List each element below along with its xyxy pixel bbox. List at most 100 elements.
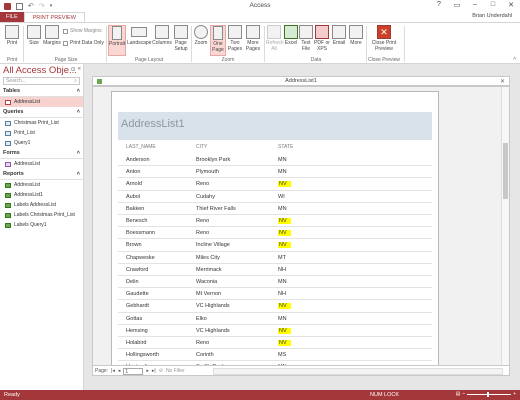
collapse-icon[interactable]: ˄ — [77, 171, 80, 177]
vertical-scrollbar[interactable] — [501, 87, 509, 365]
show-margins-check[interactable] — [63, 28, 68, 34]
portrait-button[interactable]: Portrait — [108, 25, 126, 56]
more-pages-button[interactable]: More Pages — [244, 25, 262, 52]
nav-header-buttons: ⊙ « — [71, 66, 81, 73]
zoom-in-icon[interactable]: + — [513, 391, 516, 397]
shutter-bar-icon[interactable]: « — [78, 66, 81, 73]
zoom-slider-knob[interactable] — [487, 391, 490, 397]
print-data-only-checkbox[interactable]: Print Data Only — [63, 40, 104, 46]
size-button[interactable]: Size — [26, 25, 42, 46]
undo-icon[interactable]: ↶ — [28, 2, 34, 10]
state-cell: MN — [278, 205, 287, 212]
tab-print-preview[interactable]: PRINT PREVIEW — [23, 12, 85, 22]
maximize-icon[interactable]: □ — [488, 1, 498, 9]
city-cell: Mt Vernon — [196, 291, 222, 298]
collapse-icon[interactable]: ˄ — [77, 109, 80, 115]
state-cell: MN — [278, 315, 287, 322]
horizontal-scrollbar[interactable] — [213, 368, 503, 375]
group-page-size-label: Page Size — [54, 57, 78, 63]
collapse-ribbon-icon[interactable]: ˄ — [513, 56, 516, 62]
next-page-icon[interactable]: ▸ — [146, 368, 149, 374]
nav-section-forms[interactable]: Forms ˄ — [0, 148, 83, 159]
print-data-only-check[interactable] — [63, 40, 68, 46]
document-tab[interactable]: AddressList1 ✕ — [92, 76, 510, 86]
nav-item-table-addresslist[interactable]: AddressList — [0, 97, 83, 107]
redo-icon[interactable]: ↷ — [39, 2, 45, 10]
zoom-button[interactable]: Zoom — [193, 25, 209, 46]
help-icon[interactable]: ? — [434, 1, 444, 9]
query-icon — [5, 130, 11, 136]
margins-button[interactable]: Margins — [42, 25, 62, 46]
tab-file[interactable]: FILE — [0, 12, 24, 22]
nav-item-report[interactable]: Labels Christmas Print_List — [0, 210, 83, 220]
save-icon[interactable] — [16, 2, 23, 10]
restore-ribbon-icon[interactable]: ▭ — [452, 1, 462, 9]
nav-item-query[interactable]: Print_List — [0, 128, 83, 138]
nav-item-query[interactable]: Christmas Print_List — [0, 118, 83, 128]
pdf-xps-button[interactable]: PDF or XPS — [314, 25, 330, 52]
more-export-button[interactable]: More — [348, 25, 364, 46]
city-cell: Corinth — [196, 352, 214, 359]
nav-item-report[interactable]: Labels Query1 — [0, 220, 83, 230]
nav-item-report[interactable]: AddressList1 — [0, 190, 83, 200]
one-page-button[interactable]: One Page — [210, 25, 226, 56]
zoom-slider[interactable] — [467, 391, 512, 397]
print-button[interactable]: Print — [4, 25, 20, 46]
nav-dropdown-icon[interactable]: ⊙ — [71, 66, 76, 73]
state-cell: NV — [278, 181, 291, 188]
nav-item-query[interactable]: Query1 — [0, 138, 83, 148]
report-row: Holabird Reno NV — [118, 337, 432, 350]
first-page-icon[interactable]: |◂ — [111, 368, 115, 374]
group-page-layout-label: Page Layout — [134, 57, 164, 63]
landscape-button[interactable]: Landscape — [127, 25, 151, 46]
filter-status[interactable]: No Filter — [166, 368, 185, 374]
page-setup-icon — [174, 25, 188, 39]
nav-title[interactable]: All Access Obje... — [0, 64, 80, 76]
close-print-preview-button[interactable]: ✕ Close Print Preview — [370, 25, 398, 52]
email-button[interactable]: Email — [331, 25, 347, 46]
last-page-icon[interactable]: ▸| — [152, 368, 156, 374]
zoom-control[interactable]: ▤ – + — [456, 391, 516, 397]
two-pages-button[interactable]: Two Pages — [227, 25, 243, 52]
state-cell: NV — [278, 303, 291, 310]
nav-search-input[interactable]: Search... ⌕ — [3, 77, 80, 85]
nav-section-reports[interactable]: Reports ˄ — [0, 169, 83, 180]
collapse-icon[interactable]: ˄ — [77, 88, 80, 94]
print-preview-area[interactable]: AddressList1 LAST_NAME CITY STATE Anders… — [92, 86, 510, 376]
minimize-icon[interactable]: – — [470, 1, 480, 9]
column-header-state: STATE — [278, 144, 294, 150]
city-cell: Thief River Falls — [196, 205, 236, 212]
state-cell: WI — [278, 193, 285, 200]
state-cell: NV — [278, 230, 291, 237]
state-cell: NH — [278, 291, 286, 298]
report-page[interactable]: AddressList1 LAST_NAME CITY STATE Anders… — [111, 91, 439, 374]
collapse-icon[interactable]: ˄ — [77, 150, 80, 156]
nav-section-tables[interactable]: Tables ˄ — [0, 86, 83, 97]
nav-item-report[interactable]: AddressList — [0, 180, 83, 190]
close-document-icon[interactable]: ✕ — [500, 78, 505, 85]
nav-item-report[interactable]: Labels AddressList — [0, 200, 83, 210]
last-name-cell: Gebhardt — [126, 303, 149, 310]
state-cell: MT — [278, 254, 286, 261]
view-print-preview-icon[interactable]: ▤ — [456, 391, 461, 397]
excel-button[interactable]: Excel — [284, 25, 298, 46]
page-number-input[interactable]: 1 — [123, 367, 144, 375]
nav-section-queries[interactable]: Queries ˄ — [0, 107, 83, 118]
text-file-button[interactable]: Text File — [299, 25, 313, 52]
user-name[interactable]: Brian Underdahl — [472, 13, 512, 19]
nav-item-form[interactable]: AddressList — [0, 159, 83, 169]
zoom-out-icon[interactable]: – — [462, 391, 465, 397]
columns-button[interactable]: Columns — [152, 25, 172, 46]
vertical-scroll-thumb[interactable] — [503, 143, 508, 199]
window-controls: ? ▭ – □ ✕ — [434, 1, 516, 9]
last-name-cell: Brown — [126, 242, 142, 249]
num-lock-indicator: NUM LOCK — [370, 392, 400, 398]
last-name-cell: Benesch — [126, 218, 148, 224]
show-margins-checkbox[interactable]: Show Margins — [63, 28, 102, 34]
city-cell: Reno — [196, 340, 210, 346]
state-cell: MN — [278, 279, 287, 285]
close-icon[interactable]: ✕ — [506, 1, 516, 9]
customize-qat-icon[interactable]: ▾ — [50, 3, 53, 9]
page-setup-button[interactable]: Page Setup — [173, 25, 189, 52]
prev-page-icon[interactable]: ◂ — [118, 368, 121, 374]
